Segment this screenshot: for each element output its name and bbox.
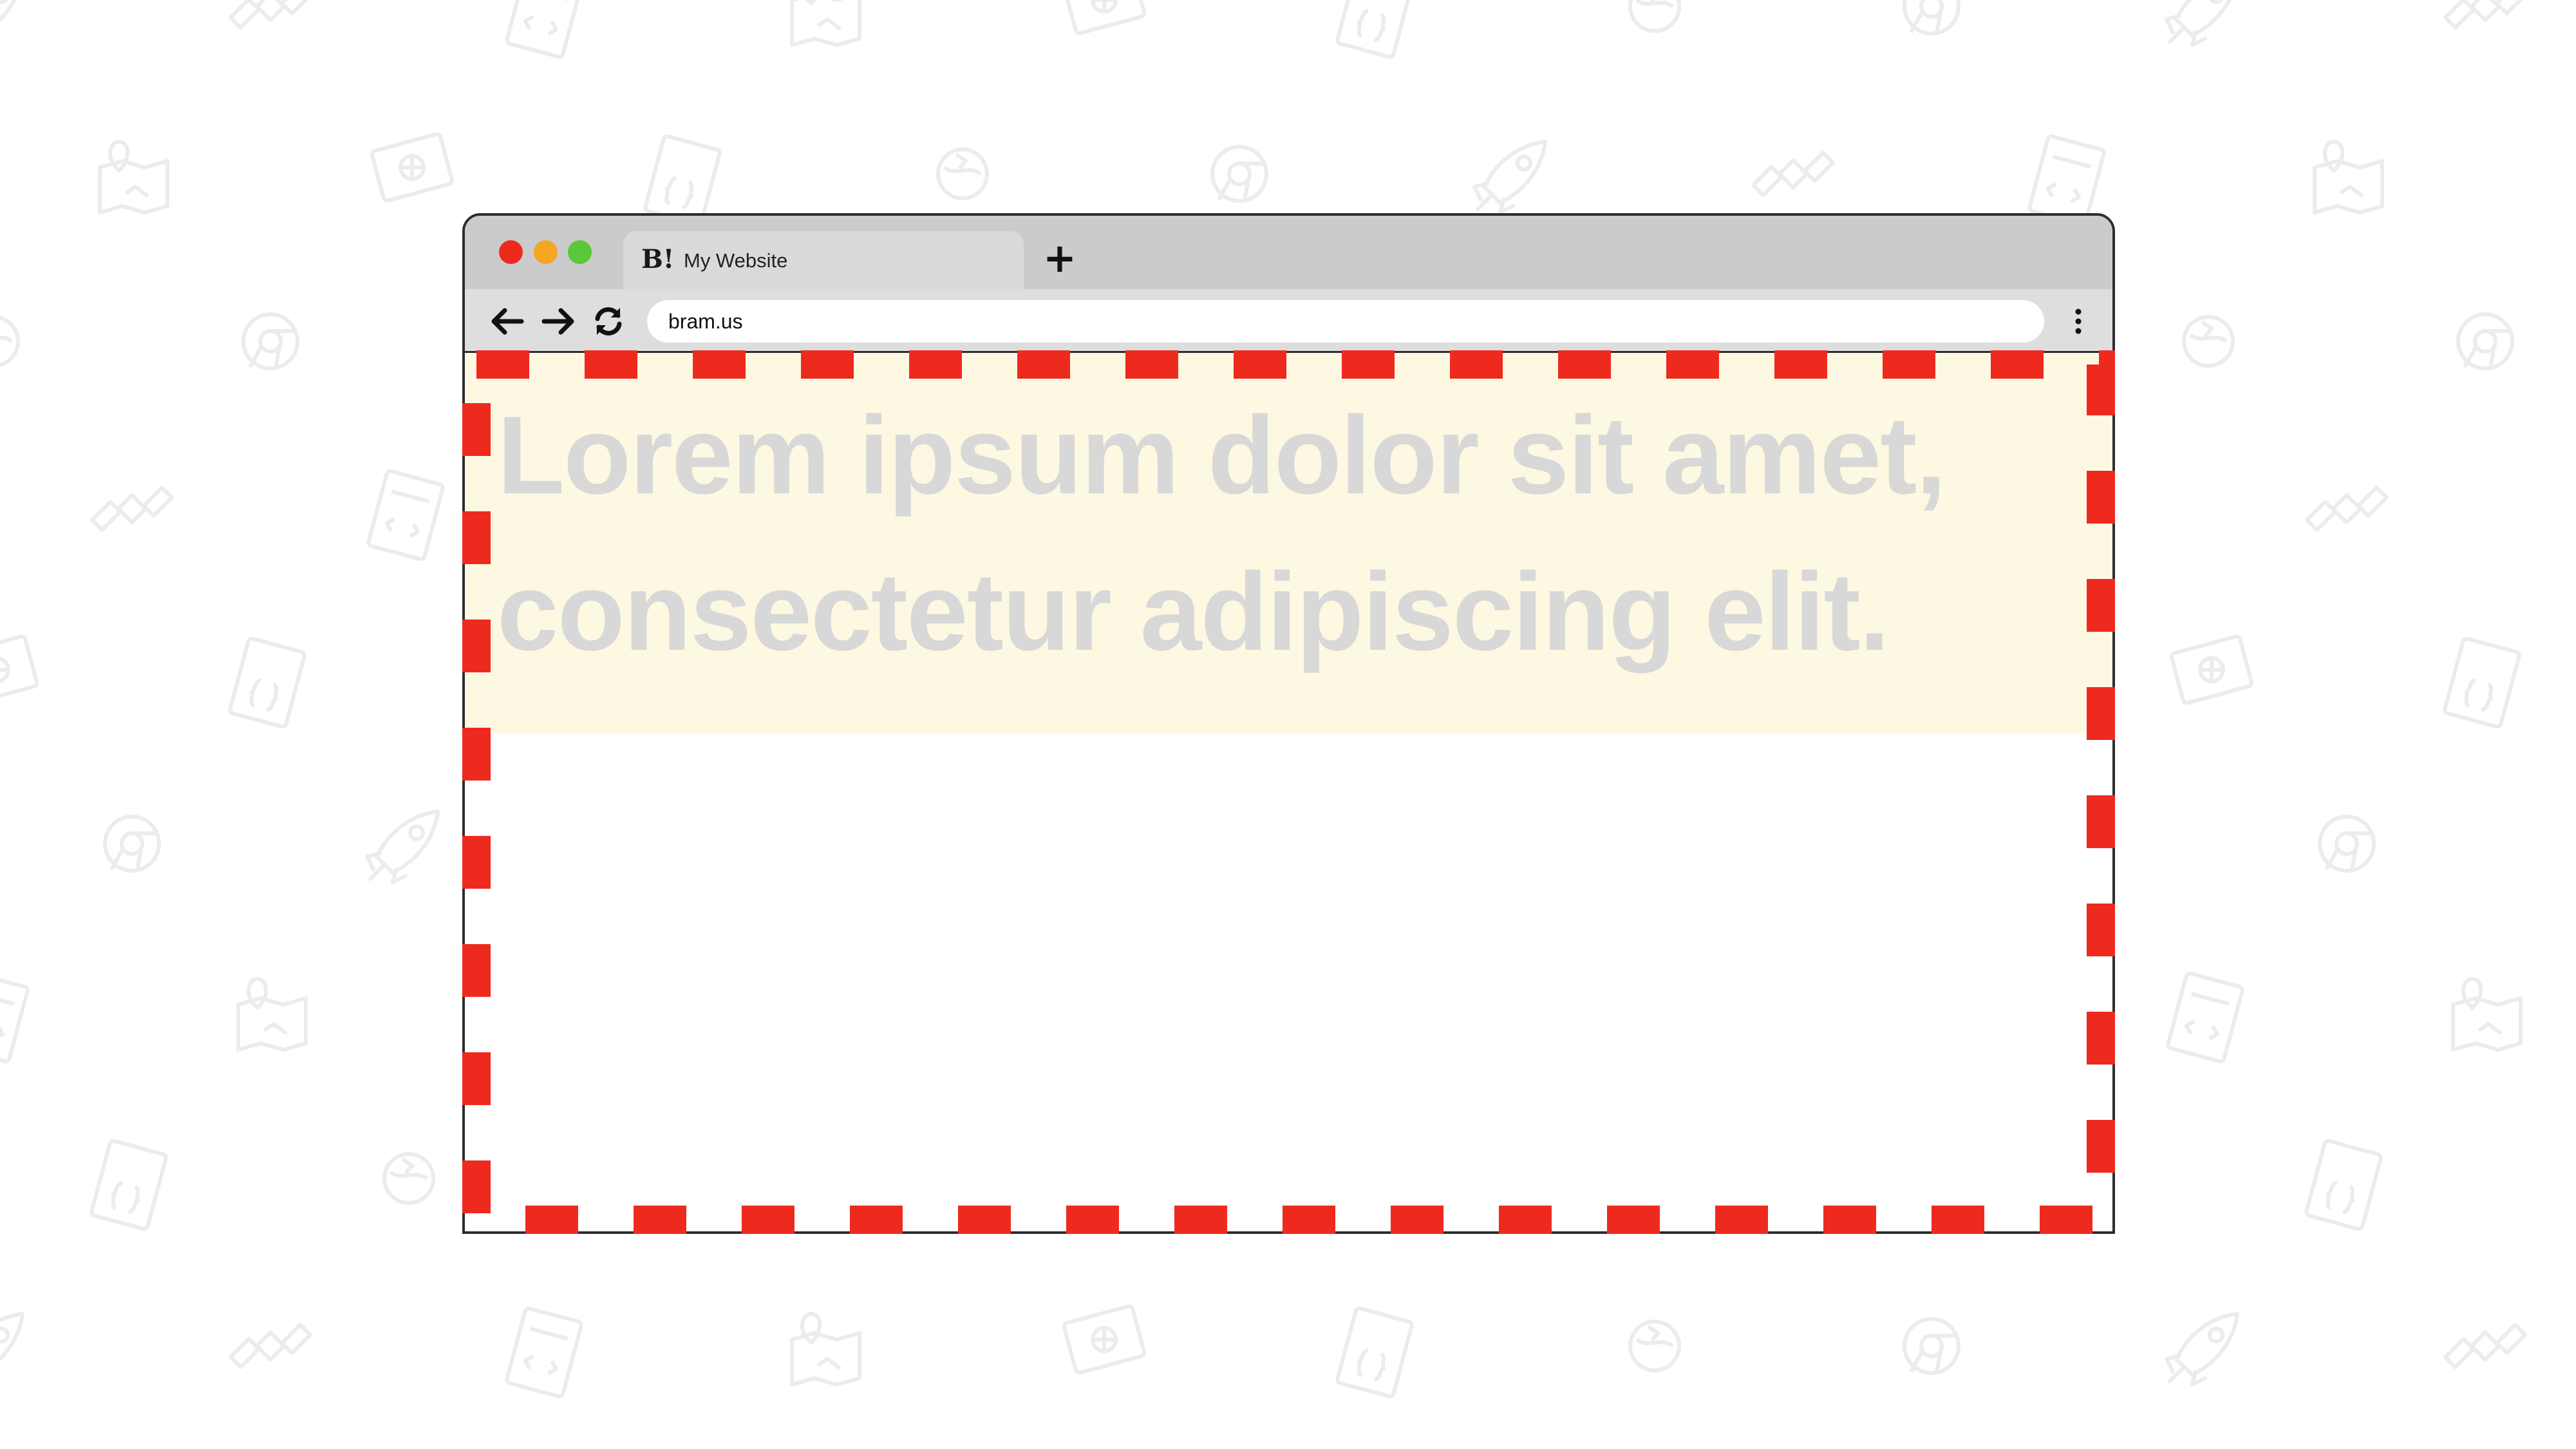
orbit-pattern-icon xyxy=(1630,0,1679,31)
globe-pattern-icon xyxy=(371,133,453,202)
css-pattern-icon xyxy=(1337,1307,1413,1397)
css-pattern-icon xyxy=(2306,1140,2382,1229)
map-pattern-icon xyxy=(2315,142,2382,213)
rocket-pattern-icon xyxy=(0,1314,23,1385)
satellite-pattern-icon xyxy=(230,1325,310,1367)
url-text: bram.us xyxy=(668,310,743,333)
orbit-pattern-icon xyxy=(384,1154,433,1203)
forward-button[interactable] xyxy=(539,302,578,341)
kebab-menu-icon xyxy=(2075,308,2082,334)
css-pattern-icon xyxy=(2444,638,2520,727)
address-bar[interactable]: bram.us xyxy=(647,300,2044,343)
globe-pattern-icon xyxy=(0,636,37,704)
globe-pattern-icon xyxy=(1064,1305,1145,1374)
chrome-pattern-icon xyxy=(1904,1319,1959,1373)
satellite-pattern-icon xyxy=(2445,1325,2525,1367)
reload-button[interactable] xyxy=(589,302,628,341)
reload-icon xyxy=(595,307,622,336)
rocket-pattern-icon xyxy=(2167,1314,2237,1385)
browser-toolbar: bram.us xyxy=(465,289,2112,353)
orbit-pattern-icon xyxy=(2184,317,2233,366)
css-pattern-icon xyxy=(1337,0,1413,58)
maximize-window-button[interactable] xyxy=(568,240,592,264)
arrow-right-icon xyxy=(541,308,574,335)
satellite-pattern-icon xyxy=(2445,0,2525,28)
page-viewport: Lorem ipsum dolor sit amet, consectetur … xyxy=(465,353,2112,1231)
globe-pattern-icon xyxy=(1064,0,1145,34)
html-pattern-icon xyxy=(506,1307,582,1397)
chrome-pattern-icon xyxy=(1212,147,1266,201)
satellite-pattern-icon xyxy=(2307,488,2387,530)
globe-pattern-icon xyxy=(2171,636,2253,704)
close-window-button[interactable] xyxy=(499,240,523,264)
map-pattern-icon xyxy=(100,142,167,213)
html-pattern-icon xyxy=(2029,135,2105,225)
chrome-pattern-icon xyxy=(2458,314,2512,368)
back-button[interactable] xyxy=(488,302,527,341)
css-pattern-icon xyxy=(91,1140,167,1229)
html-pattern-icon xyxy=(2167,972,2243,1062)
css-pattern-icon xyxy=(644,135,720,225)
rocket-pattern-icon xyxy=(367,811,438,882)
tab-title: My Website xyxy=(684,249,788,272)
orbit-pattern-icon xyxy=(938,149,987,198)
chrome-pattern-icon xyxy=(105,817,159,871)
chrome-pattern-icon xyxy=(2320,817,2374,871)
chrome-pattern-icon xyxy=(243,314,297,368)
map-pattern-icon xyxy=(238,979,306,1050)
hero-section: Lorem ipsum dolor sit amet, consectetur … xyxy=(465,353,2112,733)
browser-window: B! My Website + bram.us Lorem ipsum dolo… xyxy=(462,213,2115,1234)
browser-menu-button[interactable] xyxy=(2065,302,2091,341)
tab-bar: B! My Website + xyxy=(465,216,2112,289)
css-pattern-icon xyxy=(229,638,305,727)
html-pattern-icon xyxy=(506,0,582,58)
satellite-pattern-icon xyxy=(1753,153,1833,195)
minimize-window-button[interactable] xyxy=(534,240,558,264)
map-pattern-icon xyxy=(2453,979,2521,1050)
map-pattern-icon xyxy=(792,0,860,45)
orbit-pattern-icon xyxy=(0,317,18,366)
new-tab-button[interactable]: + xyxy=(1040,238,1079,278)
hero-heading: Lorem ipsum dolor sit amet, consectetur … xyxy=(497,393,1946,674)
arrow-left-icon xyxy=(491,308,524,335)
tab-my-website[interactable]: B! My Website xyxy=(623,231,1024,289)
map-pattern-icon xyxy=(792,1314,860,1385)
rocket-pattern-icon xyxy=(1474,142,1545,213)
satellite-pattern-icon xyxy=(230,0,310,28)
rocket-pattern-icon xyxy=(0,0,23,45)
rocket-pattern-icon xyxy=(2167,0,2237,45)
orbit-pattern-icon xyxy=(1630,1321,1679,1370)
html-pattern-icon xyxy=(0,972,28,1062)
chrome-pattern-icon xyxy=(1904,0,1959,33)
satellite-pattern-icon xyxy=(92,488,172,530)
site-favicon-icon: B! xyxy=(641,244,675,274)
html-pattern-icon xyxy=(368,470,444,560)
